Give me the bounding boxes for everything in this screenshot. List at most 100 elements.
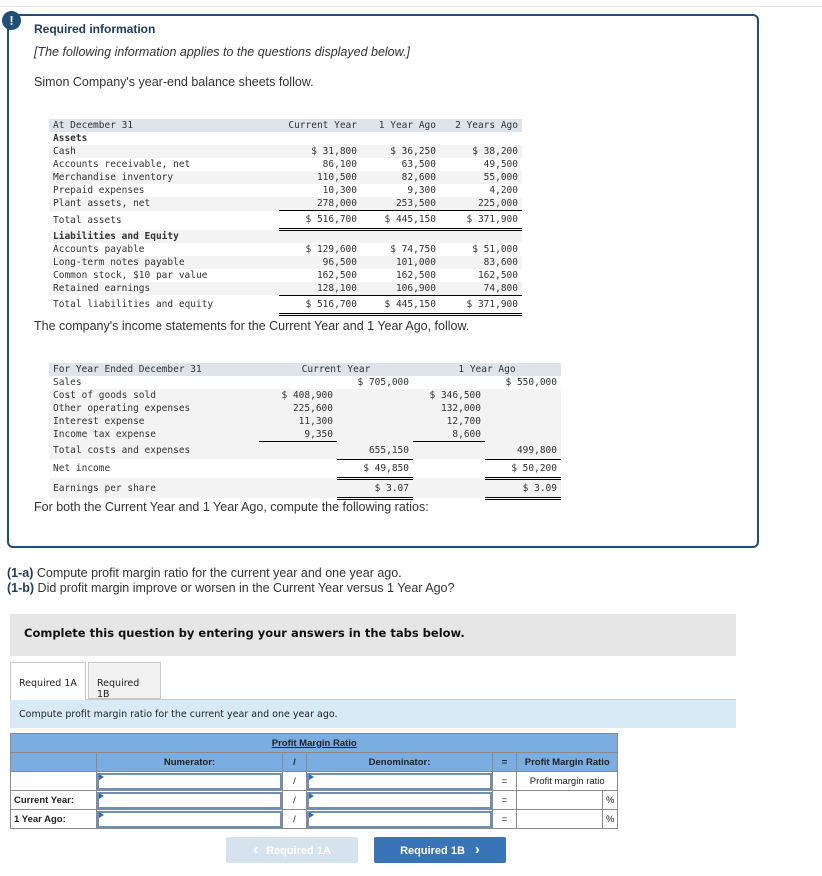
denominator-input[interactable] [307,810,492,828]
profit-margin-input[interactable] [520,791,599,809]
divide-sign: / [282,790,307,810]
question-text: Compute profit margin ratio for the curr… [33,566,402,580]
table-row: Merchandise inventory 110,500 82,600 55,… [49,171,522,184]
cell-value: 11,300 [259,415,337,428]
question-list: (1-a) Compute profit margin ratio for th… [7,566,454,596]
income-statement-intro: The company's income statements for the … [34,319,470,333]
dropdown-flag-icon [309,812,314,818]
table-row: Accounts receivable, net 86,100 63,500 4… [49,158,522,171]
denominator-input-cell [306,790,493,810]
row-label: Prepaid expenses [53,185,145,196]
cell-value: 12,700 [413,415,485,428]
ratio-header-row: Numerator: / Denominator: = Profit Margi… [10,752,619,772]
denominator-header: Denominator: [306,752,493,772]
result-input-cell [516,790,603,810]
cell-value: 74,800 [440,281,522,296]
result-placeholder: Profit margin ratio [515,771,619,791]
header-cell: 1 Year Ago [413,363,561,376]
income-header: For Year Ended December 31 Current Year … [49,363,561,376]
row-label: Total liabilities and equity [53,299,214,310]
cell-value: $ 38,200 [440,145,522,158]
row-label: Merchandise inventory [49,171,279,184]
header-cell: At December 31 [49,119,279,132]
question-tag: (1-a) [7,566,34,580]
cell-value: $ 408,900 [259,389,337,402]
table-row: Net income $ 49,850 $ 50,200 [49,459,561,480]
cell-value: $ 36,250 [361,145,440,158]
table-row: Common stock, $10 par value 162,500 162,… [49,269,522,282]
header-cell: For Year Ended December 31 [49,363,259,376]
tab-required-1a[interactable]: Required 1A [10,662,86,700]
numerator-input-cell [96,771,283,791]
balance-sheet-header: At December 31 Current Year 1 Year Ago 2… [49,119,522,132]
result-input-cell [516,809,603,829]
next-required-1b-button[interactable]: Required 1B › [374,837,506,863]
ratio-row: / = Profit margin ratio [10,771,619,791]
cell-value: $ 3.09 [485,478,561,500]
row-label: Earnings per share [49,478,259,498]
prev-required-1a-button[interactable]: ‹ Required 1A [226,837,358,863]
cell-value: 63,500 [401,159,436,170]
balance-sheet-table: At December 31 Current Year 1 Year Ago 2… [49,119,522,316]
profit-margin-input[interactable] [520,810,599,828]
cell-value: 4,200 [489,185,518,196]
cell-value: $ 516,700 [279,210,361,231]
liabilities-section-label: Liabilities and Equity [49,229,279,243]
row-label: 1 Year Ago: [10,809,97,829]
row-label: Common stock, $10 par value [53,269,208,281]
result-header: Profit Margin Ratio [515,752,619,772]
chevron-left-icon: ‹ [253,841,259,858]
question-1a: (1-a) Compute profit margin ratio for th… [7,566,454,581]
denominator-input[interactable] [307,791,492,809]
cell-value: 96,500 [279,255,361,269]
header-cell: 2 Years Ago [440,119,522,132]
cell-value: $ 49,850 [337,459,413,480]
percent-sign: % [601,790,619,810]
section-row: Assets [49,132,522,145]
tab-required-1b[interactable]: Required 1B [88,662,161,700]
cell-value: 132,000 [413,402,485,415]
row-label: Cash [49,145,279,158]
table-row: Other operating expenses 225,600 132,000 [49,402,561,415]
table-row: Retained earnings 128,100 106,900 74,800 [49,281,522,296]
cell-value: $ 705,000 [357,377,409,388]
cell-value: 83,600 [440,255,522,269]
row-label [10,771,97,791]
numerator-input[interactable] [97,791,282,809]
blank-header [10,752,97,772]
row-label: Sales [53,377,82,388]
table-row: Cost of goods sold $ 408,900 $ 346,500 [49,389,561,402]
cell-value: 225,600 [259,402,337,415]
divide-sign: / [282,809,307,829]
denominator-input-cell [306,771,493,791]
instructions-bar: Complete this question by entering your … [10,614,736,656]
divide-sign: / [282,771,307,791]
row-label: Accounts receivable, net [53,159,191,170]
income-statement-table: For Year Ended December 31 Current Year … [49,363,561,500]
prompt-text: Compute profit margin ratio for the curr… [19,709,338,720]
profit-margin-table: Profit Margin Ratio Numerator: / Denomin… [9,733,619,829]
row-label: Income tax expense [49,428,259,442]
table-row: Cash $ 31,800 $ 36,250 $ 38,200 [49,145,522,158]
cell-value: 162,500 [316,269,357,281]
numerator-input[interactable] [97,810,282,828]
numerator-input-cell [96,790,283,810]
prompt-bar: Compute profit margin ratio for the curr… [10,700,736,728]
header-cell: Current Year [279,119,361,132]
cell-value: 9,300 [407,185,436,196]
total-row: Total assets $ 516,700 $ 445,150 $ 371,9… [49,210,522,231]
table-row: Long-term notes payable 96,500 101,000 8… [49,255,522,269]
ratio-table-title: Profit Margin Ratio [9,733,619,753]
cell-value: $ 550,000 [505,377,557,388]
numerator-input[interactable] [97,772,282,790]
prev-button-label: Required 1A [266,845,331,857]
cell-value: 106,900 [361,281,440,296]
table-row: Prepaid expenses 10,300 9,300 4,200 [49,184,522,197]
cell-value: 162,500 [477,269,518,281]
denominator-input[interactable] [307,772,492,790]
table-row: Accounts payable $ 129,600 $ 74,750 $ 51… [49,243,522,256]
dropdown-flag-icon [309,793,314,799]
cell-value: 499,800 [485,441,561,460]
divide-header: / [282,752,307,772]
ratio-row: 1 Year Ago: / = % [10,809,619,829]
